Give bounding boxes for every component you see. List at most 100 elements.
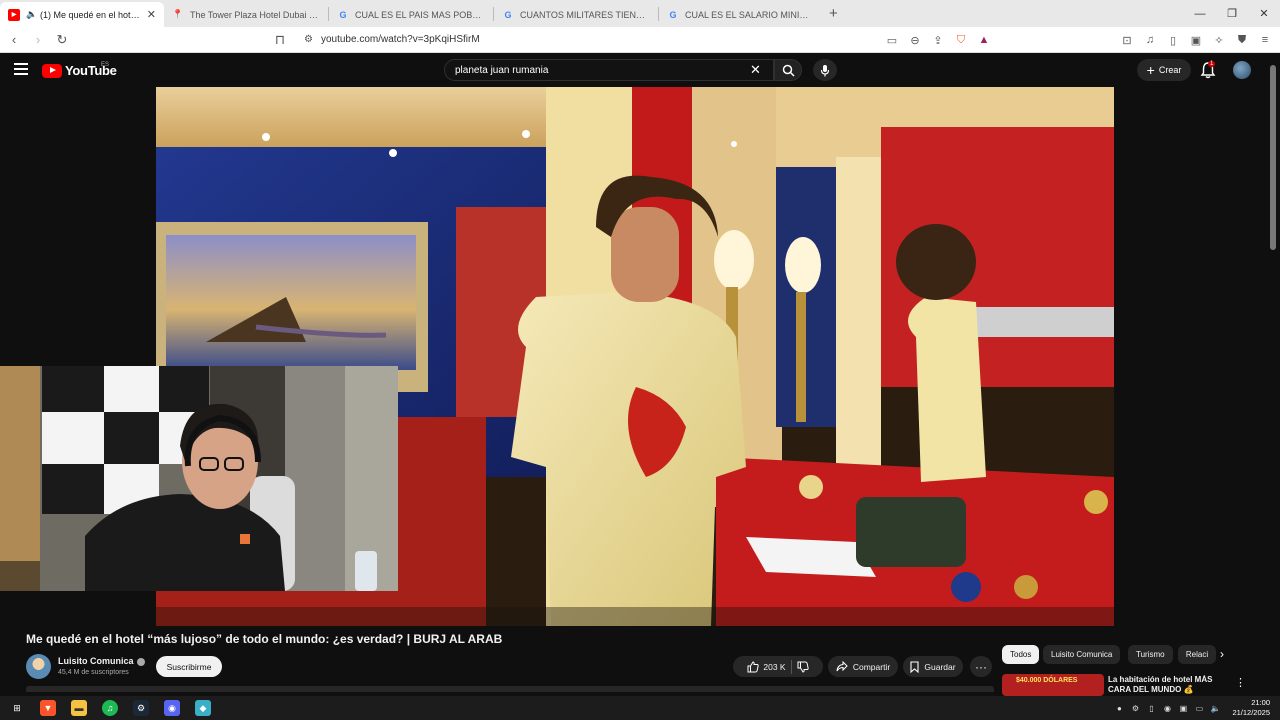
verified-icon <box>136 657 145 666</box>
browser-tab-strip: ▶ 🔈 (1) Me quedé en el hotel "má ✕ 📍 The… <box>0 0 1280 27</box>
close-window-icon[interactable]: ✕ <box>1248 7 1280 20</box>
share-label: Compartir <box>852 661 891 672</box>
menu-icon[interactable]: ≡ <box>1258 33 1272 47</box>
thumbs-up-icon <box>747 660 760 672</box>
system-clock[interactable]: 21:00 21/12/2025 <box>1232 698 1270 718</box>
file-explorer-icon[interactable]: ▬ <box>71 700 87 716</box>
system-tray: ● ⚙ ▯ ◉ ▣ ▭ 🔈 21:00 21/12/2025 <box>1114 696 1270 720</box>
more-vertical-icon[interactable]: ⋮ <box>1235 676 1246 689</box>
tab-maps[interactable]: 📍 The Tower Plaza Hotel Dubai - Goog <box>164 2 328 27</box>
address-bar: ‹ › ↻ ⊓ ⚙ youtube.com/watch?v=3pKqiHSfir… <box>0 27 1280 53</box>
voice-search-button[interactable] <box>813 59 837 81</box>
share-arrow-icon <box>836 661 848 672</box>
tray-steam-icon[interactable]: ⚙ <box>1130 703 1140 713</box>
back-icon[interactable]: ‹ <box>4 32 24 47</box>
save-label: Guardar <box>924 661 956 672</box>
taskbar: ⊞ ▼ ▬ ♫ ⚙ ◉ ◆ ● ⚙ ▯ ◉ ▣ ▭ 🔈 21:00 21/12/… <box>0 696 1280 720</box>
country-code: ES <box>101 62 110 68</box>
tab-title: CUAL ES EL SALARIO MINIMO EN BU <box>685 9 815 20</box>
site-info-icon[interactable]: ⚙ <box>304 34 313 45</box>
more-actions-button[interactable]: ··· <box>970 656 992 677</box>
tray-app-icon[interactable]: ▯ <box>1146 703 1156 713</box>
plus-icon: + <box>1146 62 1155 78</box>
thumbnail-text: $40.000 DÓLARES <box>1016 677 1078 684</box>
chip-turismo[interactable]: Turismo <box>1128 645 1173 664</box>
subscribe-button[interactable]: Suscribirme <box>156 656 222 677</box>
chevron-right-icon[interactable]: › <box>1220 647 1224 661</box>
windows-start-icon[interactable]: ⊞ <box>9 700 25 716</box>
hamburger-menu-icon[interactable] <box>14 63 28 75</box>
share-icon[interactable]: ⇪ <box>931 33 945 47</box>
leo-ai-icon[interactable]: ✧ <box>1212 33 1226 47</box>
forward-icon[interactable]: › <box>28 32 48 47</box>
search-input[interactable]: planeta juan rumania <box>444 59 774 81</box>
channel-avatar[interactable] <box>26 654 51 679</box>
bookmark-icon[interactable]: ⊓ <box>270 32 290 48</box>
volume-icon[interactable]: 🔈 <box>1210 703 1220 713</box>
microphone-icon <box>820 64 830 76</box>
like-button[interactable]: 203 K <box>747 660 786 673</box>
like-divider <box>790 659 792 674</box>
clear-search-icon[interactable]: ✕ <box>750 62 761 78</box>
url-text[interactable]: youtube.com/watch?v=3pKqiHSfirM <box>321 34 480 45</box>
youtube-icon: ▶ <box>8 8 20 21</box>
tray-icon[interactable]: ▣ <box>1178 703 1188 713</box>
tray-discord-icon[interactable]: ◉ <box>1162 703 1172 713</box>
recommendation-title[interactable]: La habitación de hotel MÁS CARA DEL MUND… <box>1108 675 1218 695</box>
vpn-icon[interactable]: ⛊ <box>1235 33 1249 47</box>
app-icon[interactable]: ◆ <box>195 700 211 716</box>
discord-icon[interactable]: ◉ <box>164 700 180 716</box>
maps-icon: 📍 <box>172 9 184 19</box>
chip-channel[interactable]: Luisito Comunica <box>1043 645 1121 664</box>
minimize-icon[interactable]: — <box>1184 8 1216 20</box>
page-scrollbar[interactable] <box>1270 65 1276 250</box>
save-button[interactable]: Guardar <box>903 656 963 677</box>
sidebar-icon[interactable]: ▯ <box>1166 33 1180 47</box>
create-label: Crear <box>1158 65 1182 75</box>
brave-shield-icon[interactable]: ⛉ <box>954 33 968 47</box>
brave-browser-icon[interactable]: ▼ <box>40 700 56 716</box>
tab-title: CUAL ES EL PAIS MAS POBLADO DE <box>355 9 485 20</box>
restore-icon[interactable]: ❐ <box>1216 7 1248 20</box>
create-button[interactable]: + Crear <box>1137 59 1191 81</box>
webcam-overlay <box>0 366 398 591</box>
google-icon: G <box>669 9 677 20</box>
search-button[interactable] <box>774 59 802 81</box>
share-button[interactable]: Compartir <box>828 656 898 677</box>
network-icon[interactable]: ▭ <box>1194 703 1204 713</box>
clock-date: 21/12/2025 <box>1232 708 1270 717</box>
like-dislike-group: 203 K <box>733 656 823 677</box>
tab-google-1[interactable]: G CUAL ES EL PAIS MAS POBLADO DE <box>329 2 493 27</box>
channel-name-link[interactable]: Luisito Comunica <box>58 656 145 666</box>
tab-title: The Tower Plaza Hotel Dubai - Goog <box>190 9 320 20</box>
chip-todos[interactable]: Todos <box>1002 645 1040 664</box>
media-icon[interactable]: ♫ <box>1143 33 1157 47</box>
reload-icon[interactable]: ↻ <box>52 32 72 48</box>
tray-dot-icon[interactable]: ● <box>1114 703 1124 713</box>
tab-youtube[interactable]: ▶ 🔈 (1) Me quedé en el hotel "má ✕ <box>0 2 164 27</box>
google-icon: G <box>504 9 512 20</box>
cast-icon[interactable]: ▭ <box>885 33 899 47</box>
steam-icon[interactable]: ⚙ <box>133 700 149 716</box>
rewards-icon[interactable]: ▲ <box>977 33 991 47</box>
tab-google-3[interactable]: G CUAL ES EL SALARIO MINIMO EN BU <box>659 2 823 27</box>
chip-related[interactable]: Relaci <box>1178 645 1216 664</box>
search-query: planeta juan rumania <box>455 64 549 76</box>
recommendation-thumbnail[interactable]: $40.000 DÓLARES <box>1002 674 1104 696</box>
zoom-icon[interactable]: ⊖ <box>908 33 922 47</box>
new-tab-button[interactable]: + <box>829 5 838 22</box>
toolbar-icons: ▭ ⊖ ⇪ ⛉ ▲ ⊡ ♫ ▯ ▣ ✧ ⛊ ≡ <box>885 27 1272 53</box>
wallet-icon[interactable]: ▣ <box>1189 33 1203 47</box>
spotify-icon[interactable]: ♫ <box>102 700 118 716</box>
account-avatar[interactable] <box>1233 61 1251 79</box>
description-box[interactable] <box>26 686 994 692</box>
url-field[interactable]: ⚙ youtube.com/watch?v=3pKqiHSfirM <box>304 34 480 45</box>
speaker-icon[interactable]: 🔈 <box>26 9 38 21</box>
thumbs-down-icon[interactable] <box>797 661 809 673</box>
clock-time: 21:00 <box>1251 698 1270 707</box>
close-icon[interactable]: ✕ <box>147 8 156 21</box>
youtube-play-icon <box>42 63 62 78</box>
tab-search-icon[interactable]: ⊡ <box>1120 33 1134 47</box>
tab-title: CUANTOS MILITARES TIENE EEUU - B <box>520 9 650 20</box>
tab-google-2[interactable]: G CUANTOS MILITARES TIENE EEUU - B <box>494 2 658 27</box>
